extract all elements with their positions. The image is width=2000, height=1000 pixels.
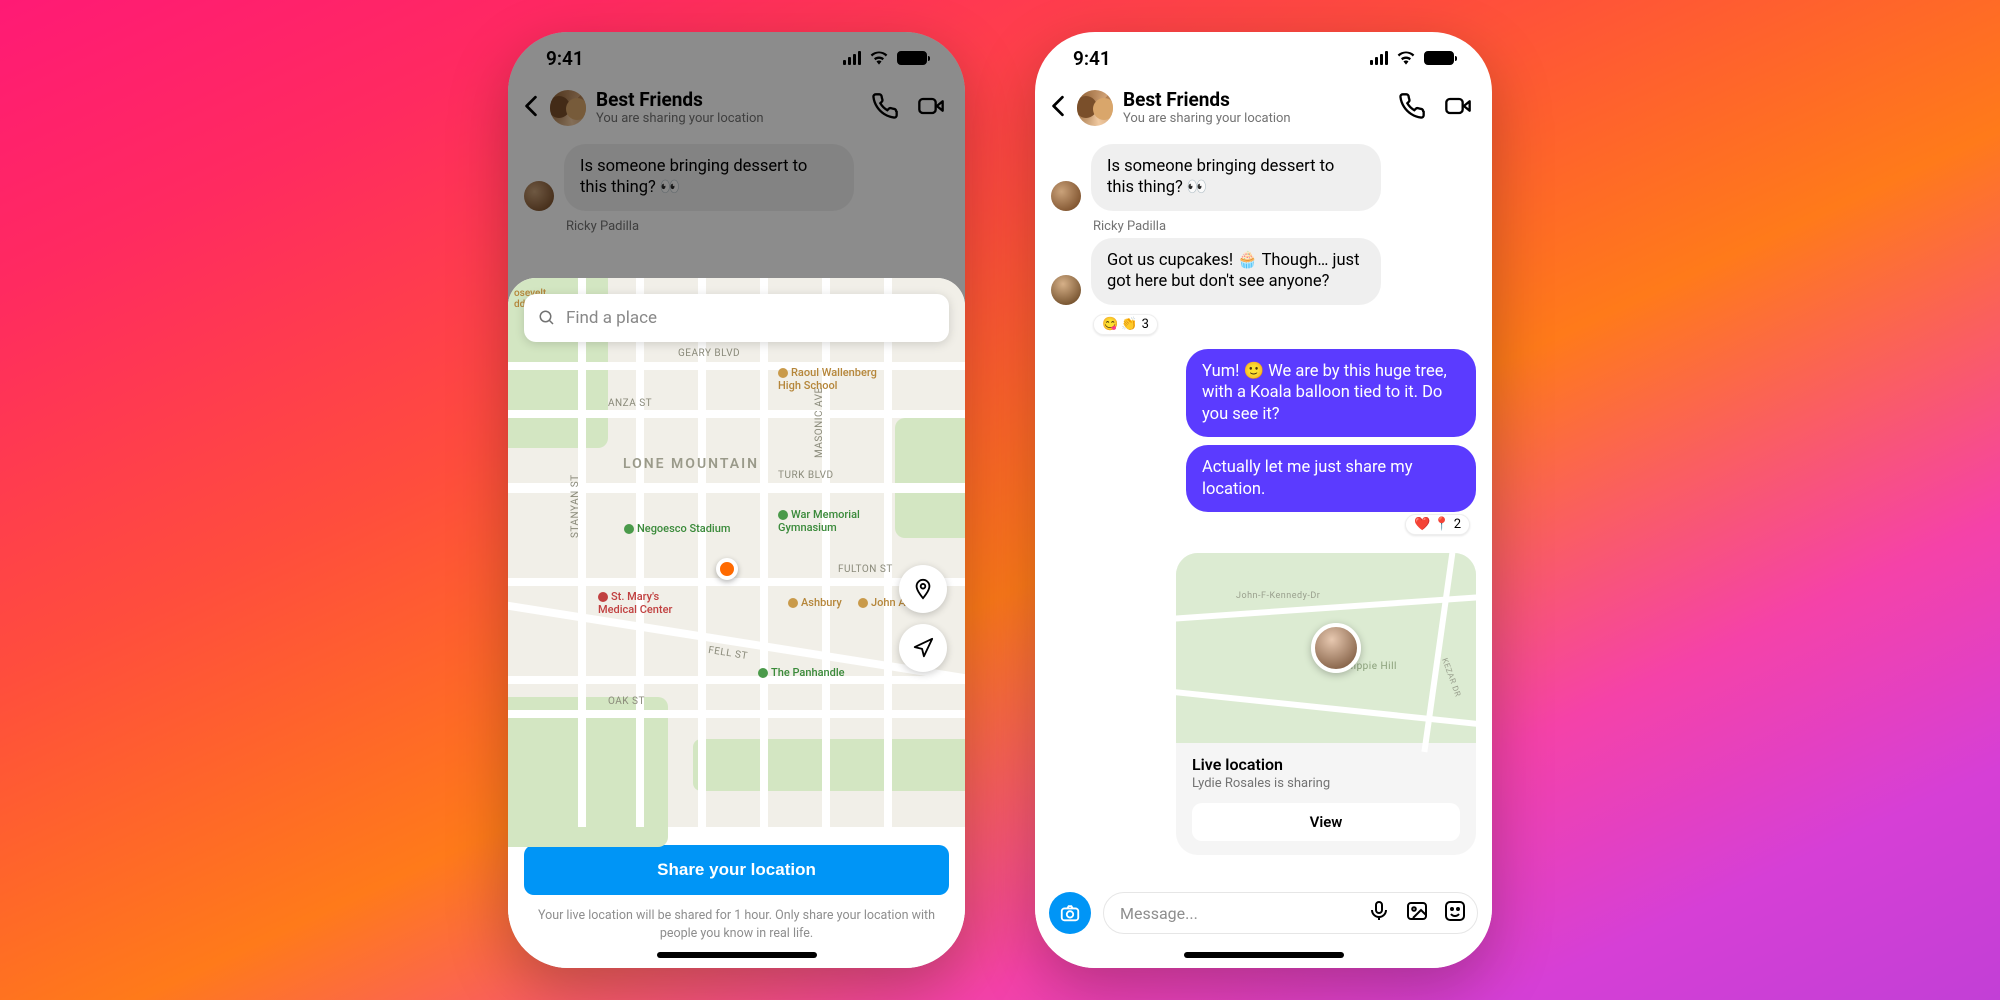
back-icon[interactable] [1049, 95, 1067, 121]
reactions-pill[interactable]: 😋 👏 3 [1093, 314, 1158, 335]
phone-location-sheet: 9:41 Best Friends You are sharing your l… [508, 32, 965, 968]
drop-pin-button[interactable] [899, 565, 947, 613]
status-time: 9:41 [1073, 47, 1111, 70]
street-label: FELL ST [707, 645, 748, 662]
cellular-icon [1370, 51, 1388, 65]
status-bar: 9:41 [1035, 32, 1492, 84]
message-bubble[interactable]: Yum! 🙂 We are by this huge tree, with a … [1186, 349, 1476, 437]
chat-header: Best Friends You are sharing your locati… [1035, 84, 1492, 140]
sender-name: Ricky Padilla [1093, 219, 1476, 234]
search-icon [538, 309, 556, 327]
home-indicator[interactable] [657, 952, 817, 958]
chat-title-block[interactable]: Best Friends You are sharing your locati… [1123, 90, 1388, 126]
home-indicator[interactable] [1184, 952, 1344, 958]
image-icon[interactable] [1405, 899, 1429, 927]
district-label: LONE MOUNTAIN [623, 456, 759, 472]
phone-icon[interactable] [1398, 92, 1426, 124]
location-card-title: Live location [1192, 755, 1460, 774]
current-location-dot [716, 558, 738, 580]
video-icon[interactable] [1444, 92, 1472, 124]
street-label: GEARY BLVD [678, 348, 740, 359]
share-location-button[interactable]: Share your location [524, 845, 949, 895]
message-bubble[interactable]: Got us cupcakes! 🧁 Though… just got here… [1091, 238, 1381, 305]
message-bubble[interactable]: Is someone bringing dessert to this thin… [1091, 144, 1381, 211]
poi-label: St. Mary's Medical Center [598, 590, 698, 616]
live-location-card[interactable]: John-F-Kennedy-Dr Hippie Hill KEZAR DR L… [1176, 553, 1476, 855]
avatar[interactable] [1051, 181, 1081, 211]
message-bubble[interactable]: Actually let me just share my location. [1186, 445, 1476, 512]
messages-area[interactable]: Is someone bringing dessert to this thin… [1035, 140, 1492, 855]
chat-subtitle: You are sharing your location [1123, 111, 1388, 126]
share-disclaimer: Your live location will be shared for 1 … [524, 907, 949, 942]
camera-button[interactable] [1049, 892, 1091, 934]
street-label: FULTON ST [838, 564, 893, 575]
location-sheet: GEARY BLVD TURK BLVD FULTON ST FELL ST O… [508, 278, 965, 968]
message-placeholder: Message... [1120, 904, 1198, 923]
view-location-button[interactable]: View [1192, 803, 1460, 841]
poi-label: Ashbury [788, 596, 842, 609]
battery-icon [1424, 51, 1454, 65]
poi-label: The Panhandle [758, 666, 845, 679]
group-avatar[interactable] [1077, 90, 1113, 126]
search-placeholder: Find a place [566, 308, 657, 328]
message-input[interactable]: Message... [1103, 892, 1478, 934]
location-card-subtitle: Lydie Rosales is sharing [1192, 776, 1460, 791]
mic-icon[interactable] [1367, 899, 1391, 927]
location-card-map: John-F-Kennedy-Dr Hippie Hill KEZAR DR [1176, 553, 1476, 743]
poi-label: Raoul Wallenberg High School [778, 366, 898, 392]
phone-chat: 9:41 Best Friends You are sharing your l… [1035, 32, 1492, 968]
status-icons [1370, 47, 1454, 70]
street-label: OAK ST [608, 696, 645, 707]
shared-user-avatar [1311, 623, 1361, 673]
poi-label: Negoesco Stadium [624, 522, 730, 535]
street-label: MASONIC AVE [814, 387, 825, 458]
wifi-icon [1396, 47, 1416, 70]
reactions-pill[interactable]: ❤️ 📍 2 [1405, 514, 1470, 535]
map[interactable]: GEARY BLVD TURK BLVD FULTON ST FELL ST O… [508, 278, 965, 827]
street-label: STANYAN ST [570, 474, 581, 538]
sheet-footer: Share your location Your live location w… [508, 827, 965, 968]
recenter-button[interactable] [899, 624, 947, 672]
poi-label: War Memorial Gymnasium [778, 508, 878, 534]
avatar[interactable] [1051, 275, 1081, 305]
search-place-input[interactable]: Find a place [524, 294, 949, 342]
sticker-icon[interactable] [1443, 899, 1467, 927]
chat-title: Best Friends [1123, 90, 1388, 111]
street-label: ANZA ST [608, 398, 652, 409]
street-label: TURK BLVD [778, 470, 834, 481]
